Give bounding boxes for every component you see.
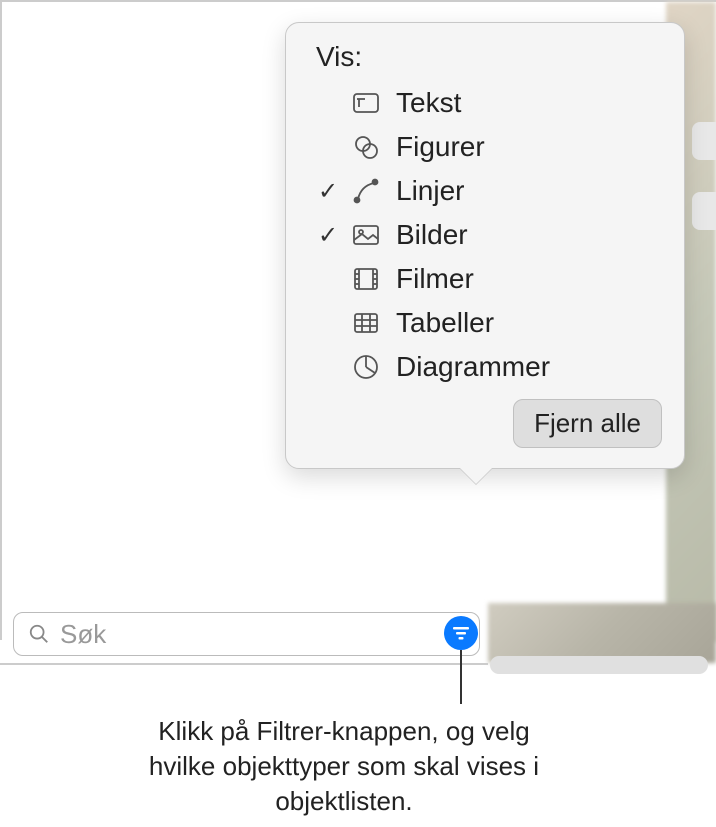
menu-label-shapes: Figurer xyxy=(388,131,658,163)
filter-icon xyxy=(452,624,470,642)
shapes-icon xyxy=(351,132,381,162)
horizontal-scrollbar[interactable] xyxy=(490,656,708,674)
checkmark-icon: ✓ xyxy=(318,177,338,206)
menu-item-text[interactable]: Tekst xyxy=(308,81,662,125)
menu-label-tables: Tabeller xyxy=(388,307,658,339)
filter-popover: Vis: Tekst Figurer ✓ xyxy=(285,22,685,469)
menu-item-movies[interactable]: Filmer xyxy=(308,257,662,301)
text-icon xyxy=(351,88,381,118)
menu-item-lines[interactable]: ✓ Linjer xyxy=(308,169,662,213)
bottom-background-blur xyxy=(488,603,716,663)
check-col: ✓ xyxy=(312,221,344,250)
menu-item-shapes[interactable]: Figurer xyxy=(308,125,662,169)
table-icon xyxy=(351,308,381,338)
divider xyxy=(0,663,488,665)
side-tab-2[interactable] xyxy=(692,192,716,230)
search-bar[interactable] xyxy=(13,612,480,656)
menu-item-tables[interactable]: Tabeller xyxy=(308,301,662,345)
film-icon xyxy=(351,264,381,294)
checkmark-icon: ✓ xyxy=(318,221,338,250)
menu-item-charts[interactable]: Diagrammer xyxy=(308,345,662,389)
filter-button[interactable] xyxy=(444,616,478,650)
clear-all-button[interactable]: Fjern alle xyxy=(513,399,662,448)
side-tab-1[interactable] xyxy=(692,122,716,160)
menu-label-lines: Linjer xyxy=(388,175,658,207)
search-icon xyxy=(28,623,50,645)
menu-label-images: Bilder xyxy=(388,219,658,251)
line-icon xyxy=(351,176,381,206)
menu-label-movies: Filmer xyxy=(388,263,658,295)
check-col: ✓ xyxy=(312,177,344,206)
menu-item-images[interactable]: ✓ Bilder xyxy=(308,213,662,257)
menu-label-text: Tekst xyxy=(388,87,658,119)
image-icon xyxy=(351,220,381,250)
annotation-leader-line xyxy=(460,650,462,704)
search-input[interactable] xyxy=(60,619,465,650)
popover-title: Vis: xyxy=(308,41,662,73)
annotation-text: Klikk på Filtrer-knappen, og velg hvilke… xyxy=(124,714,564,819)
chart-icon xyxy=(351,352,381,382)
menu-label-charts: Diagrammer xyxy=(388,351,658,383)
